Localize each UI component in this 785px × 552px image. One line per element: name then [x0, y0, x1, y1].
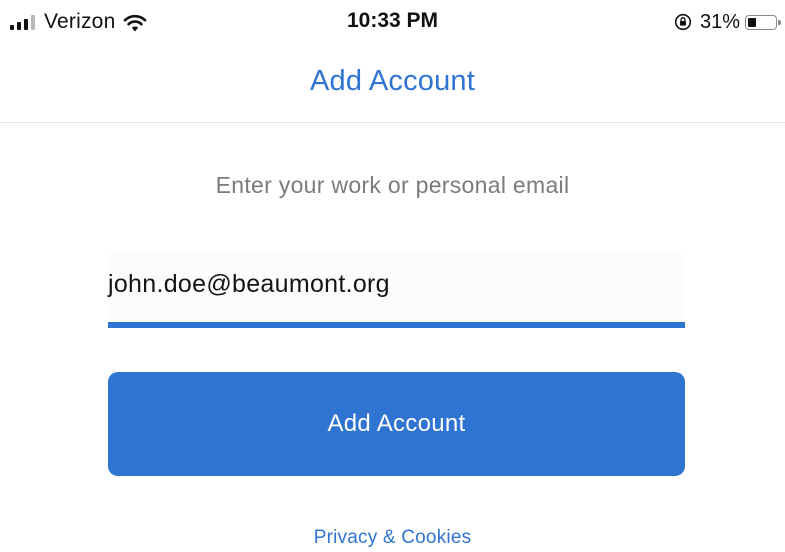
status-time: 10:33 PM: [346, 9, 439, 32]
add-account-screen: Verizon 10:33 PM 31% Add Account Enter y…: [0, 0, 785, 552]
battery-icon: [745, 14, 781, 30]
rotation-lock-icon: [674, 13, 692, 31]
email-field[interactable]: john.doe@beaumont.org: [108, 254, 685, 328]
battery-percent: 31%: [699, 10, 740, 33]
email-value[interactable]: john.doe@beaumont.org: [108, 270, 390, 299]
nav-header: Add Account: [0, 50, 785, 123]
email-prompt: Enter your work or personal email: [215, 172, 570, 198]
add-account-button[interactable]: Add Account: [108, 372, 685, 476]
email-field-underline: [108, 322, 685, 328]
status-bar: Verizon 10:33 PM 31%: [0, 0, 785, 46]
add-account-button-label: Add Account: [327, 410, 466, 437]
page-title: Add Account: [309, 65, 476, 97]
privacy-cookies-link[interactable]: Privacy & Cookies: [0, 527, 785, 549]
status-right: 31%: [674, 9, 781, 35]
